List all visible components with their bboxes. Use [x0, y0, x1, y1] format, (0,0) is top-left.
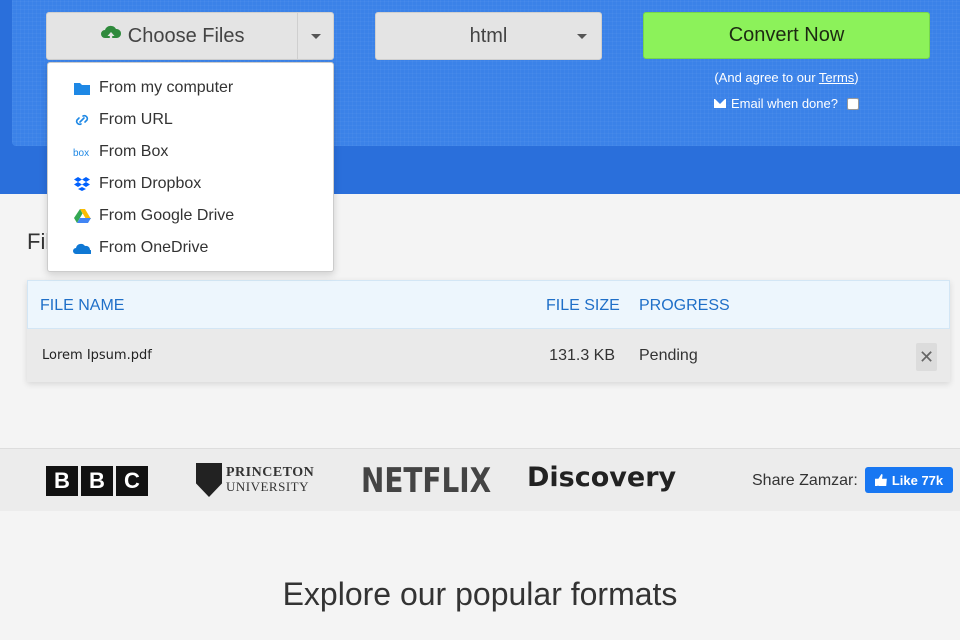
choose-files-button[interactable]: Choose Files [47, 13, 297, 59]
dropdown-item-from-onedrive[interactable]: From OneDrive [48, 232, 333, 264]
file-size-cell: 131.3 KB [549, 347, 615, 364]
choose-files-dropdown-menu: From my computer From URL box From Box F… [47, 62, 334, 272]
file-name-cell: Lorem Ipsum.pdf [42, 348, 152, 363]
column-header-file-name: FILE NAME [40, 297, 125, 314]
dropdown-item-label: From Dropbox [99, 175, 202, 192]
box-icon: box [73, 143, 91, 161]
explore-formats-heading: Explore our popular formats [282, 576, 678, 612]
terms-suffix: ) [854, 70, 859, 85]
dropdown-item-label: From URL [99, 111, 173, 128]
facebook-like-button[interactable]: Like 77k [865, 467, 953, 493]
progress-cell: Pending [639, 347, 698, 364]
dropdown-item-from-url[interactable]: From URL [48, 104, 333, 136]
google-drive-icon [73, 207, 91, 225]
email-when-done-label: Email when done? [731, 96, 838, 111]
target-format-value: html [469, 24, 508, 47]
email-when-done-checkbox[interactable] [846, 97, 859, 110]
chevron-down-icon [577, 34, 587, 39]
email-when-done-row: Email when done? [643, 96, 930, 111]
remove-file-button[interactable]: ✕ [916, 343, 937, 371]
link-icon [73, 111, 91, 129]
target-format-select[interactable]: html [375, 12, 602, 60]
dropdown-item-from-google-drive[interactable]: From Google Drive [48, 200, 333, 232]
cloud-upload-icon [100, 23, 122, 50]
thumbs-up-icon [874, 474, 887, 486]
bbc-logo-letter: B [81, 466, 113, 496]
dropbox-icon [73, 175, 91, 193]
choose-files-label: Choose Files [127, 24, 245, 47]
close-icon: ✕ [918, 346, 935, 367]
chevron-down-icon [310, 33, 321, 39]
dropdown-item-label: From Google Drive [99, 207, 235, 224]
share-label: Share Zamzar: [752, 472, 858, 489]
princeton-wordmark: PRINCETON UNIVERSITY [226, 466, 314, 494]
bbc-logo-letter: C [116, 466, 148, 496]
terms-link[interactable]: Terms [819, 70, 854, 85]
princeton-logo: PRINCETON UNIVERSITY [196, 463, 314, 497]
envelope-icon [714, 99, 727, 108]
princeton-shield-icon [196, 463, 222, 497]
bbc-logo: B B C [46, 466, 148, 496]
terms-prefix: (And agree to our [714, 70, 819, 85]
like-count-label: Like 77k [891, 472, 944, 488]
dropdown-item-from-box[interactable]: box From Box [48, 136, 333, 168]
column-header-progress: PROGRESS [639, 297, 730, 314]
terms-notice: (And agree to our Terms) [643, 70, 930, 85]
convert-now-button[interactable]: Convert Now [643, 12, 930, 59]
bbc-logo-letter: B [46, 466, 78, 496]
choose-files-button-group: Choose Files [46, 12, 334, 60]
dropdown-item-from-computer[interactable]: From my computer [48, 72, 333, 104]
dropdown-item-label: From OneDrive [99, 239, 209, 256]
princeton-line2: UNIVERSITY [226, 479, 309, 494]
files-table: FILE NAME FILE SIZE PROGRESS Lorem Ipsum… [27, 280, 950, 382]
files-table-header: FILE NAME FILE SIZE PROGRESS [27, 280, 950, 329]
netflix-logo: NETFLIX [361, 461, 492, 501]
dropdown-item-label: From my computer [99, 79, 234, 96]
table-row: Lorem Ipsum.pdf 131.3 KB Pending ✕ [27, 329, 950, 382]
dropdown-item-label: From Box [99, 143, 169, 160]
folder-icon [73, 79, 91, 97]
svg-text:box: box [73, 148, 89, 157]
choose-files-dropdown-toggle[interactable] [297, 13, 333, 59]
discovery-logo: Discovery [527, 462, 677, 493]
onedrive-icon [73, 239, 91, 257]
column-header-file-size: FILE SIZE [546, 297, 620, 314]
dropdown-item-from-dropbox[interactable]: From Dropbox [48, 168, 333, 200]
client-logos-strip: B B C PRINCETON UNIVERSITY NETFLIX Disco… [0, 449, 960, 511]
princeton-line1: PRINCETON [226, 465, 315, 480]
